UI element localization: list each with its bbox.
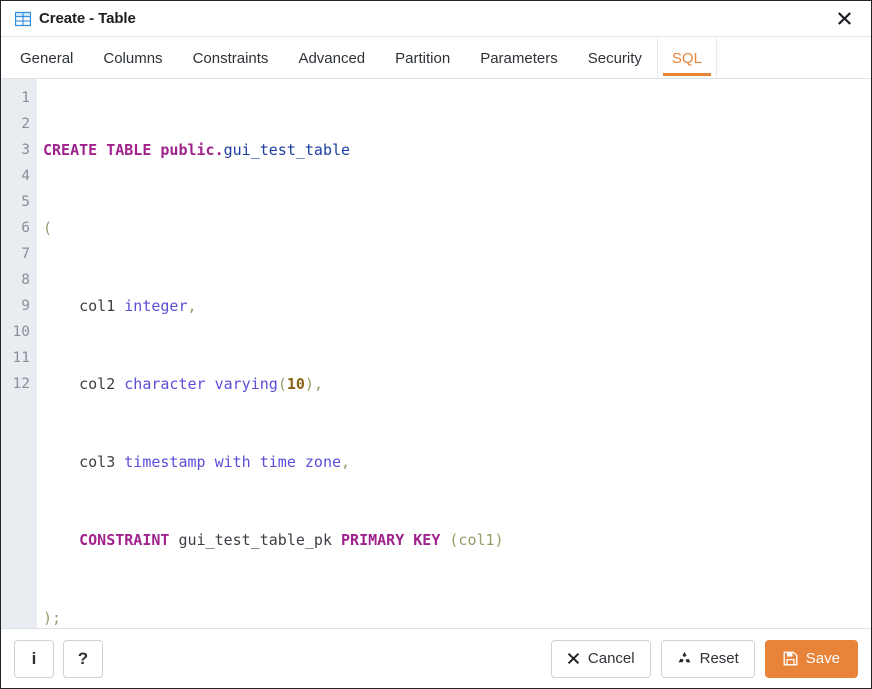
code-line: CREATE TABLE public.gui_test_table	[43, 141, 351, 159]
create-table-dialog: Create - Table General Columns Constrain…	[0, 0, 872, 689]
line-number: 5	[21, 194, 30, 210]
code-line: col2 character varying(10),	[79, 375, 323, 393]
line-number: 3	[21, 142, 30, 158]
tab-constraints[interactable]: Constraints	[178, 37, 284, 78]
save-button[interactable]: Save	[764, 639, 858, 678]
sql-editor[interactable]: 1 2 3 4 5 6 7 8 9 10 11 12 CREATE TABLE …	[1, 79, 871, 629]
line-number-gutter: 1 2 3 4 5 6 7 8 9 10 11 12	[1, 79, 37, 628]
line-number: 12	[12, 376, 30, 392]
floppy-disk-icon	[783, 651, 798, 666]
dialog-titlebar: Create - Table	[1, 1, 871, 37]
tab-advanced[interactable]: Advanced	[283, 37, 380, 78]
tab-partition[interactable]: Partition	[380, 37, 465, 78]
code-line: CONSTRAINT gui_test_table_pk PRIMARY KEY…	[79, 531, 504, 549]
question-mark-icon: ?	[77, 648, 89, 668]
info-button[interactable]: i	[14, 639, 54, 678]
line-number: 10	[12, 324, 30, 340]
reset-button-label: Reset	[699, 650, 739, 667]
line-number: 8	[21, 272, 30, 288]
cancel-button-label: Cancel	[587, 650, 635, 667]
line-number: 11	[12, 350, 30, 366]
reset-button[interactable]: Reset	[660, 639, 755, 678]
recycle-icon	[678, 652, 691, 663]
code-line: col3 timestamp with time zone,	[79, 453, 351, 471]
tab-columns[interactable]: Columns	[88, 37, 177, 78]
tab-security[interactable]: Security	[573, 37, 657, 78]
code-line: col1 integer,	[79, 297, 197, 315]
line-number: 9	[21, 298, 30, 314]
sql-code-text[interactable]: CREATE TABLE public.gui_test_table ( col…	[37, 79, 871, 628]
code-line: (	[43, 219, 53, 237]
dialog-footer: i ? Cancel Reset Save	[1, 629, 871, 688]
tab-general[interactable]: General	[5, 37, 88, 78]
close-icon[interactable]	[831, 6, 857, 32]
footer-right-buttons: Cancel Reset Save	[550, 639, 858, 678]
help-button[interactable]: ?	[63, 639, 103, 678]
line-number: 7	[21, 246, 30, 262]
tab-sql[interactable]: SQL	[656, 37, 717, 78]
line-number: 2	[21, 116, 30, 132]
cancel-button[interactable]: Cancel	[550, 639, 651, 678]
code-line: );	[43, 609, 62, 627]
table-grid-icon	[15, 11, 31, 26]
footer-left-buttons: i ?	[14, 639, 103, 678]
close-x-icon	[567, 653, 580, 664]
dialog-tabs: General Columns Constraints Advanced Par…	[1, 37, 871, 79]
line-number: 1	[21, 90, 30, 106]
dialog-title: Create - Table	[39, 10, 136, 27]
line-number: 6	[21, 220, 30, 236]
info-icon: i	[31, 648, 37, 668]
save-button-label: Save	[805, 650, 840, 667]
tab-parameters[interactable]: Parameters	[465, 37, 573, 78]
line-number: 4	[21, 168, 30, 184]
